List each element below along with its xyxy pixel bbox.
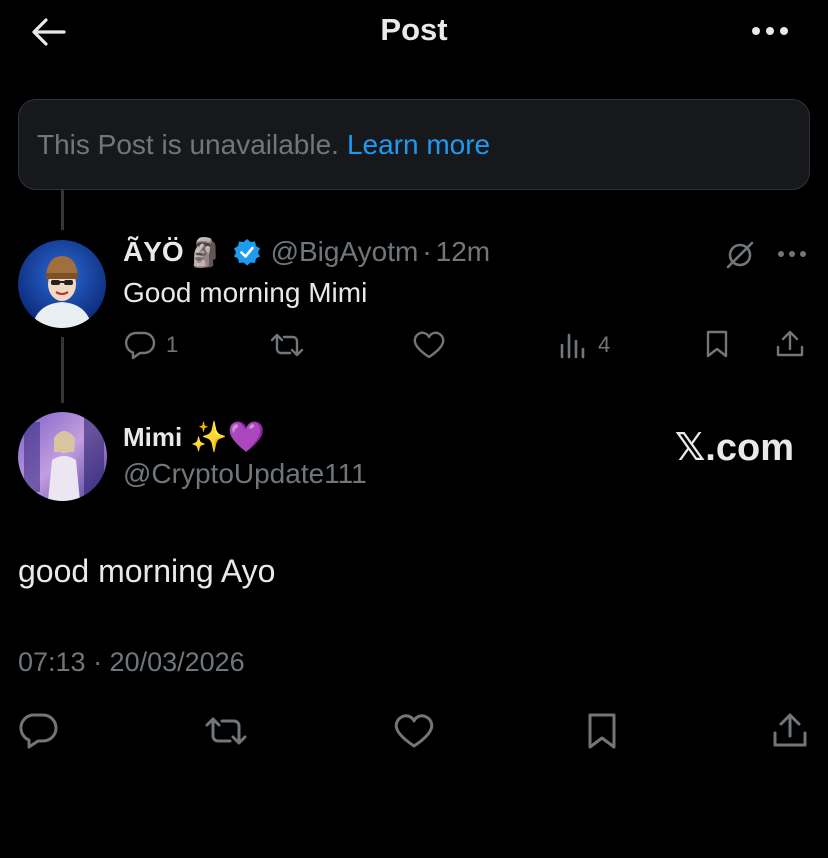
share-icon[interactable]: [773, 327, 807, 361]
post-handle[interactable]: @CryptoUpdate111: [123, 458, 367, 490]
reply-icon[interactable]: [123, 329, 157, 361]
share-icon[interactable]: [770, 710, 810, 750]
views-icon[interactable]: [557, 330, 589, 360]
avatar[interactable]: [18, 412, 107, 501]
unavailable-text: This Post is unavailable.: [37, 128, 339, 160]
page-title: Post: [380, 12, 448, 47]
reply-count: 1: [166, 332, 179, 357]
more-dots-icon[interactable]: [748, 14, 792, 48]
views-count: 4: [598, 332, 611, 357]
unavailable-notice: This Post is unavailable. Learn more: [18, 99, 810, 190]
repost-icon[interactable]: [268, 329, 306, 361]
moai-emoji: 🗿: [187, 236, 223, 268]
x-com-watermark: 𝕏.com: [674, 427, 794, 469]
heart-icon[interactable]: [411, 329, 447, 361]
post-text: good morning Ayo: [18, 553, 276, 589]
thread-line: [61, 337, 64, 403]
grok-icon[interactable]: [722, 237, 758, 273]
more-dots-icon[interactable]: [774, 240, 810, 268]
repost-icon[interactable]: [203, 712, 249, 750]
thread-line: [61, 190, 64, 230]
reply-icon[interactable]: [18, 711, 58, 751]
top-bar: Post: [0, 0, 828, 64]
heart-icon[interactable]: [393, 712, 435, 750]
learn-more-link[interactable]: Learn more: [347, 129, 490, 161]
post-display-name[interactable]: Mimi: [123, 422, 182, 453]
bookmark-icon[interactable]: [702, 328, 732, 360]
reply-text: Good morning Mimi: [123, 277, 368, 308]
reply-handle[interactable]: @BigAyotm: [271, 236, 419, 268]
reply-display-name[interactable]: ÃYÖ: [123, 236, 184, 268]
post-author-name: Mimi ✨💜: [123, 420, 265, 455]
avatar[interactable]: [18, 240, 106, 328]
verified-badge-icon: [233, 238, 261, 266]
post-timestamp[interactable]: 07:13 · 20/03/2026: [18, 647, 245, 678]
name-emojis: ✨💜: [190, 421, 265, 454]
separator-dot: ·: [422, 236, 432, 267]
reply-time[interactable]: 12m: [436, 236, 490, 268]
bookmark-icon[interactable]: [584, 711, 620, 751]
reply-header: ÃYÖ 🗿 @BigAyotm · 12m: [123, 232, 490, 272]
